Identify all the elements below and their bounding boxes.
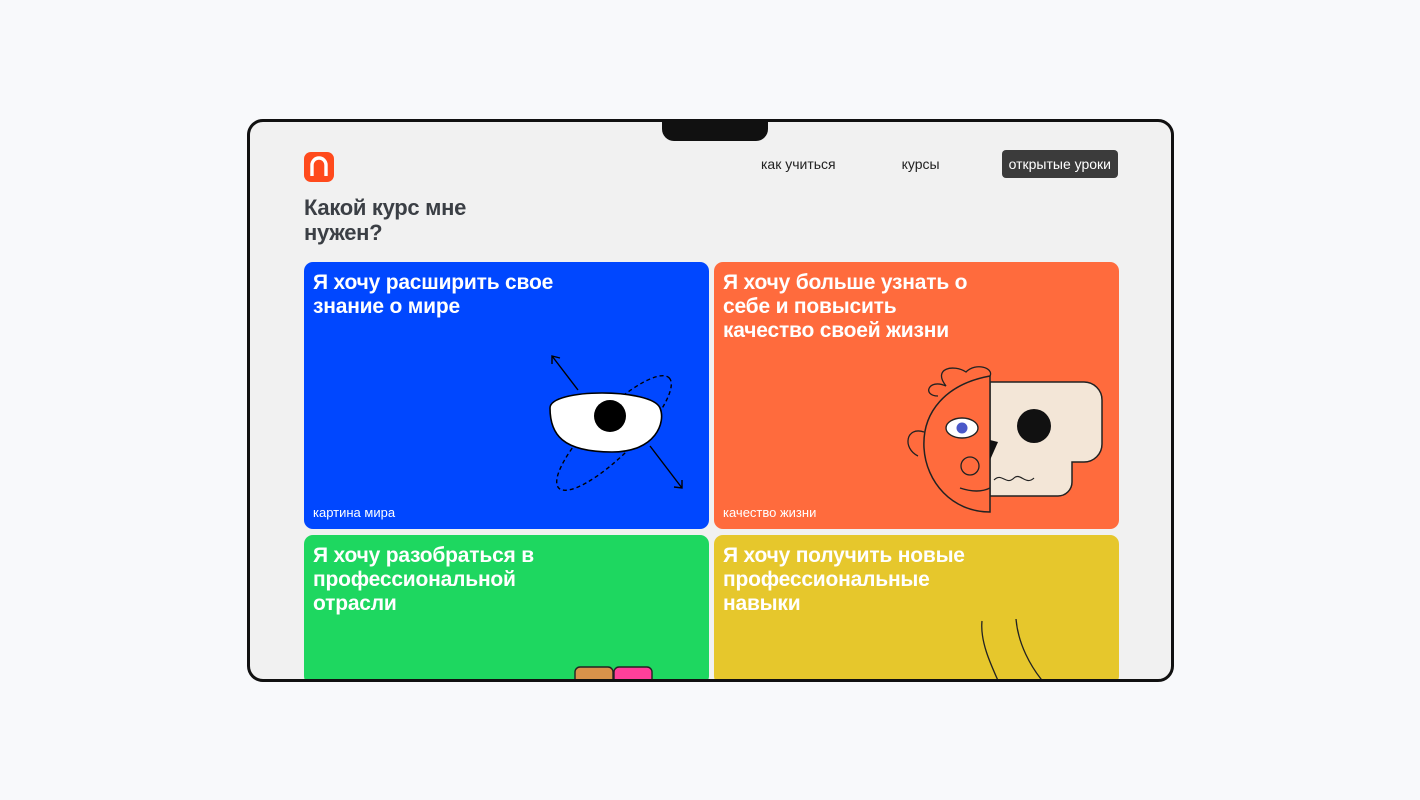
- face-skull-icon: [907, 366, 1103, 513]
- card-tag: картина мира: [313, 505, 396, 520]
- device-frame: как учиться курсы открытые уроки Какой к…: [247, 119, 1174, 682]
- card-life-quality[interactable]: Я хочу больше узнать о себе и повысить к…: [714, 262, 1119, 529]
- nav-courses[interactable]: курсы: [896, 150, 946, 178]
- arch-logo-icon[interactable]: [304, 152, 334, 182]
- main-nav: как учиться курсы открытые уроки: [701, 150, 1118, 178]
- card-tag: качество жизни: [723, 505, 817, 520]
- card-heading: Я хочу расширить свое знание о мире: [313, 271, 554, 318]
- card-professional-field[interactable]: Я хочу разобраться в профессиональной от…: [304, 535, 709, 679]
- card-heading: Я хочу больше узнать о себе и повысить к…: [723, 271, 968, 342]
- nav-open-lessons[interactable]: открытые уроки: [1001, 150, 1118, 178]
- page-title: Какой курс мне нужен?: [304, 195, 467, 245]
- card-new-skills[interactable]: Я хочу получить новые профессиональные н…: [714, 535, 1119, 679]
- card-heading: Я хочу разобраться в профессиональной от…: [313, 544, 534, 615]
- nav-how-to-learn[interactable]: как учиться: [755, 150, 842, 178]
- eye-orbit-icon: [549, 355, 683, 492]
- line-drawing-icon: [981, 619, 1042, 679]
- device-notch: [662, 122, 768, 141]
- card-world-picture[interactable]: Я хочу расширить свое знание о мире карт…: [304, 262, 709, 529]
- card-heading: Я хочу получить новые профессиональные н…: [723, 544, 965, 615]
- blocks-icon: [574, 666, 653, 679]
